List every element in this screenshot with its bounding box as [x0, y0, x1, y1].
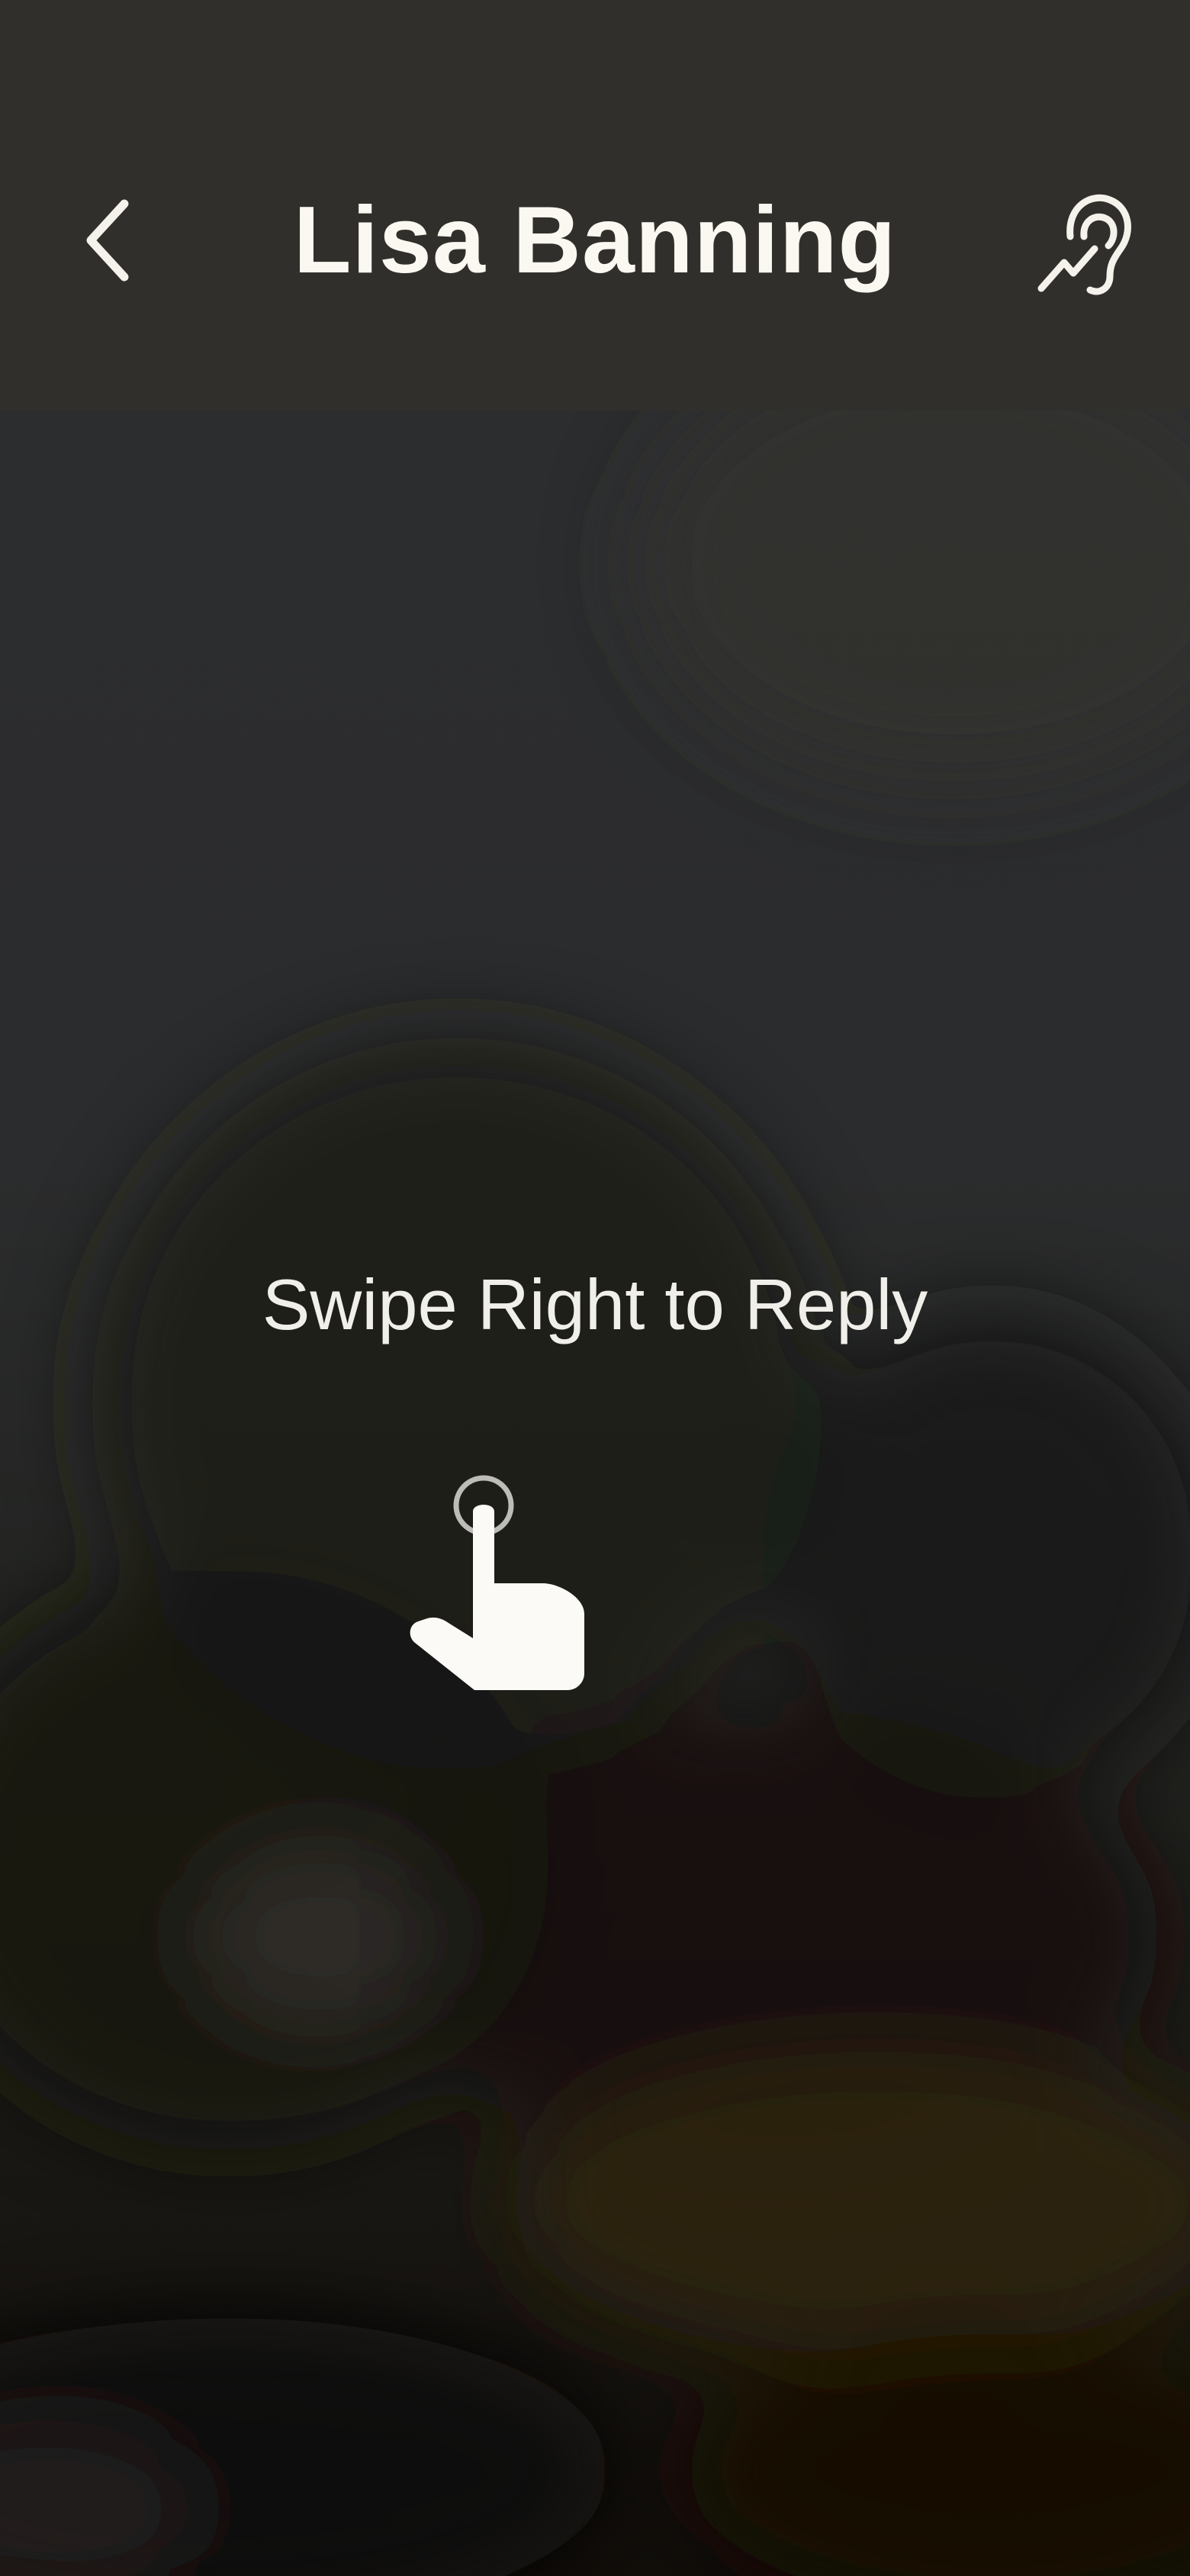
- page-title: Lisa Banning: [293, 188, 897, 293]
- swipe-hint-text: Swipe Right to Reply: [262, 1264, 928, 1344]
- hearing-assist-icon: [1037, 194, 1131, 295]
- tap-hand-icon: [404, 1469, 603, 1698]
- top-bar: Lisa Banning: [0, 0, 1190, 411]
- hearing-assist-button[interactable]: [1030, 179, 1144, 301]
